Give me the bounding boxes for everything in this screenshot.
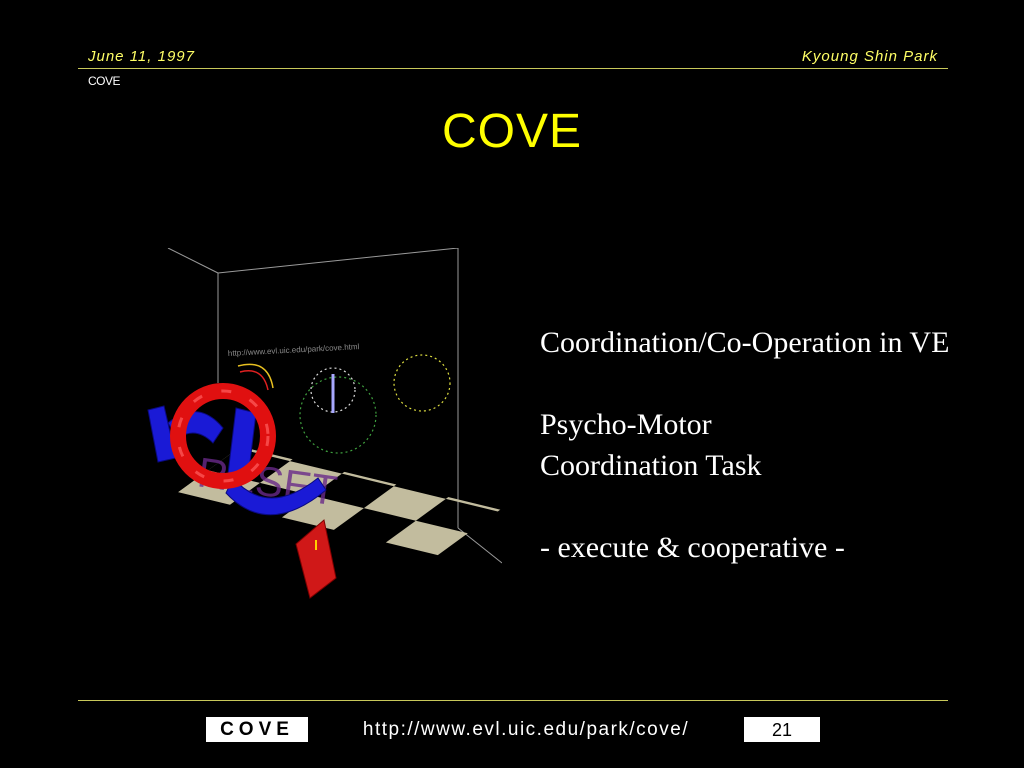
footer-page-number: 21 [744,717,820,742]
scene-svg: http://www.evl.uic.edu/park/cove.html RE… [145,247,565,599]
bullet-spacer [540,486,1020,527]
header-section: COVE [88,74,121,88]
bullet-line-2: Psycho-Motor [540,408,712,441]
virtual-environment-screenshot: http://www.evl.uic.edu/park/cove.html RE… [128,247,565,614]
red-block [295,519,337,599]
bullet-spacer [540,363,1020,404]
arc-marker-red [239,370,269,391]
header-date: June 11, 1997 [88,48,195,65]
header-rule [78,68,948,69]
arc-marker [237,363,274,389]
slide-title: COVE [441,105,583,158]
wall-url-text: http://www.evl.uic.edu/park/cove.html [228,342,360,358]
footer-name: COVE [206,717,308,742]
target-circle-yellow [393,354,451,412]
bullet-line-3: Coordination Task [540,449,762,482]
footer-rule [78,700,948,701]
bullet-line-1: Coordination/Co-Operation in VE [540,326,950,359]
bullet-list: Coordination/Co-Operation in VE Psycho-M… [540,322,1020,568]
bullet-line-4: - execute & cooperative - [540,531,845,564]
header-author: Kyoung Shin Park [801,48,938,65]
footer-url-link[interactable]: http://www.evl.uic.edu/park/cove/ [310,717,742,742]
